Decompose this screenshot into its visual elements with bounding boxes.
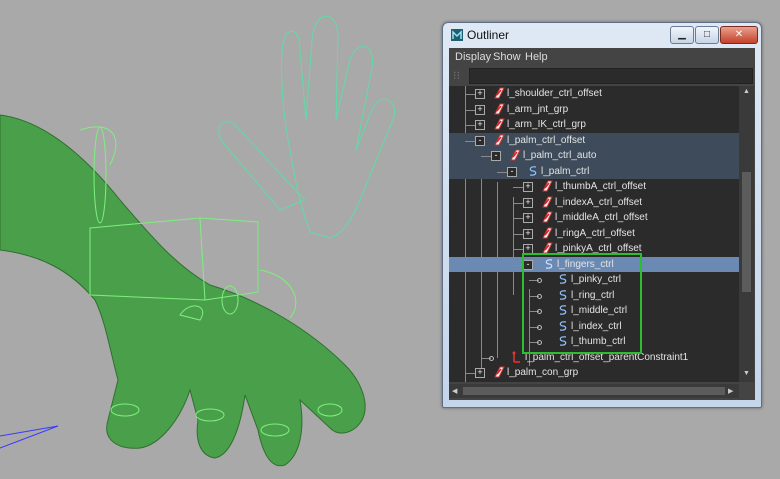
expand-toggle[interactable]: + (523, 213, 533, 223)
vertical-scrollbar[interactable]: ▲ ▼ (739, 86, 754, 382)
window-title: Outliner (467, 28, 510, 42)
scroll-right-arrow[interactable]: ▶ (728, 387, 733, 395)
group-icon (510, 149, 521, 161)
tree-row[interactable]: + l_arm_IK_ctrl_grp (449, 117, 739, 133)
group-icon (542, 196, 553, 207)
group-icon (542, 227, 553, 238)
maya-app-icon (451, 29, 463, 41)
expand-toggle[interactable]: + (523, 197, 533, 208)
tree-item-label: l_palm_con_grp (507, 367, 579, 378)
collapse-toggle[interactable]: - (507, 166, 517, 177)
expand-toggle[interactable]: + (475, 104, 485, 115)
group-icon (494, 103, 505, 114)
arm-mesh (0, 114, 366, 467)
tree-item-label: l_thumbA_ctrl_offset (555, 181, 646, 192)
tree-item-label: l_arm_jnt_grp (507, 103, 569, 115)
tree-item-label: l_middleA_ctrl_offset (555, 212, 648, 223)
tree-row[interactable]: - l_palm_ctrl (449, 163, 739, 179)
group-icon (494, 134, 505, 145)
group-icon (494, 87, 505, 99)
tree-row[interactable]: + l_shoulder_ctrl_offset (449, 86, 739, 102)
tree-row[interactable]: + l_middleA_ctrl_offset (449, 210, 739, 226)
horizontal-scroll-thumb[interactable] (463, 387, 725, 395)
menu-display[interactable]: Display (455, 51, 491, 63)
tree-item-label: l_palm_ctrl (541, 165, 590, 177)
collapse-toggle[interactable]: - (475, 135, 485, 146)
tree-item-label: l_indexA_ctrl_offset (555, 196, 643, 208)
tree-item-label: l_palm_ctrl_offset (507, 134, 586, 146)
horizontal-scrollbar[interactable]: ◀ ▶ (449, 384, 739, 398)
expand-toggle[interactable]: + (523, 182, 533, 192)
collapse-toggle[interactable]: - (491, 151, 501, 161)
tree-row[interactable]: - l_palm_ctrl_offset (449, 132, 739, 148)
leaf-dot (489, 355, 494, 361)
tree-item-label: l_ringA_ctrl_offset (555, 227, 635, 239)
filter-icon[interactable]: ⁝⁝ (453, 69, 465, 82)
tree-row[interactable]: + l_thumbA_ctrl_offset (449, 179, 739, 195)
close-button[interactable]: ✕ (720, 26, 758, 44)
group-icon (494, 118, 505, 130)
tree-row[interactable]: + l_palm_con_grp (449, 365, 739, 381)
minimize-button[interactable]: ▁ (670, 26, 694, 44)
tree-row[interactable]: - l_palm_ctrl_auto (449, 148, 739, 164)
tree-item-label: l_shoulder_ctrl_offset (507, 88, 602, 99)
expand-toggle[interactable]: + (475, 89, 485, 99)
menu-bar: Display Show Help (449, 48, 755, 66)
group-icon (542, 180, 553, 192)
scroll-left-arrow[interactable]: ◀ (452, 387, 457, 395)
hand-control-curve (218, 15, 395, 239)
filter-input[interactable] (469, 68, 753, 84)
maximize-button[interactable]: □ (695, 26, 719, 44)
group-icon (494, 366, 505, 378)
grid-axis (0, 425, 59, 449)
tree-row[interactable]: + l_ringA_ctrl_offset (449, 226, 739, 242)
curve-icon (529, 165, 537, 176)
tree-row[interactable]: + l_indexA_ctrl_offset (449, 195, 739, 211)
group-icon (542, 211, 553, 223)
expand-toggle[interactable]: + (475, 120, 485, 130)
menu-help[interactable]: Help (525, 51, 548, 63)
annotation-highlight-box (522, 253, 642, 354)
scroll-up-arrow[interactable]: ▲ (743, 88, 750, 95)
expand-toggle[interactable]: + (523, 228, 533, 239)
vertical-scroll-thumb[interactable] (742, 172, 751, 292)
tree-row[interactable]: + l_arm_jnt_grp (449, 102, 739, 118)
filter-row: ⁝⁝ (449, 67, 755, 84)
tree-item-label: l_palm_ctrl_auto (523, 150, 597, 161)
menu-show[interactable]: Show (493, 51, 521, 63)
title-bar[interactable]: Outliner ▁ □ ✕ (443, 23, 761, 47)
scroll-down-arrow[interactable]: ▼ (743, 370, 750, 377)
expand-toggle[interactable]: + (475, 368, 485, 378)
tree-item-label: l_arm_IK_ctrl_grp (507, 119, 586, 130)
